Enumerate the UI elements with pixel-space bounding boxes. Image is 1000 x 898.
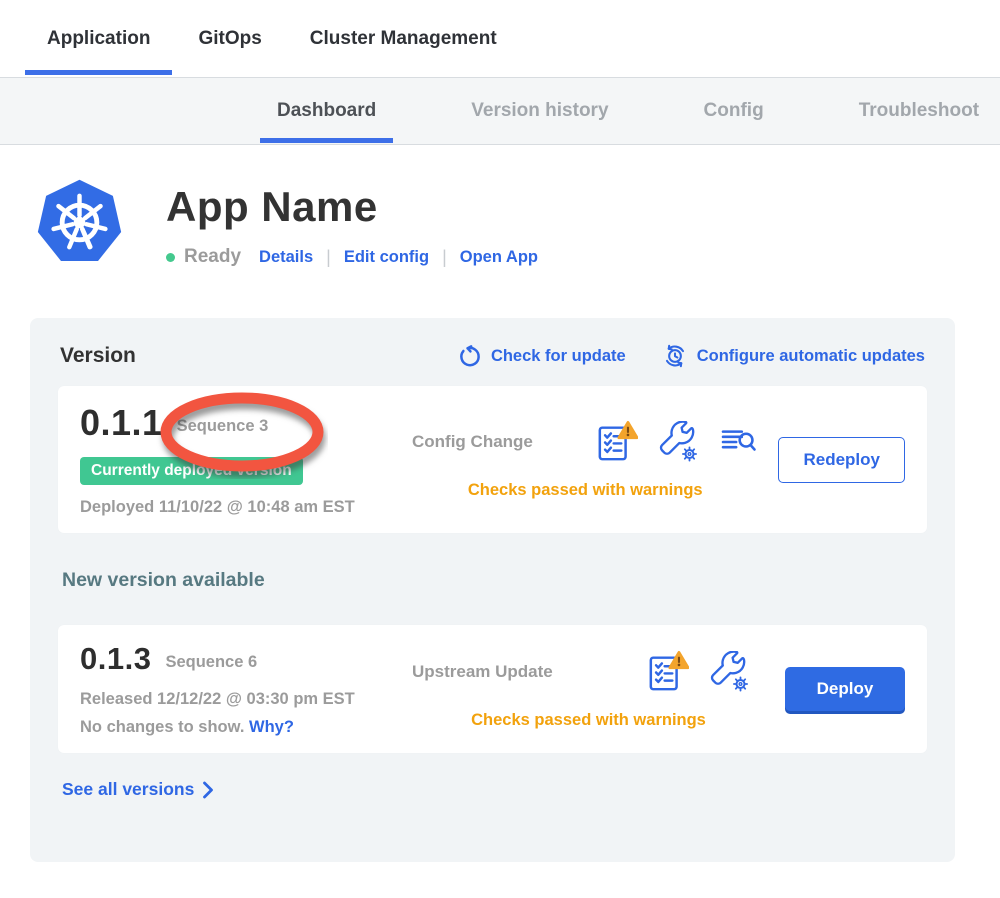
new-version-heading: New version available [62, 569, 927, 592]
new-version-middle: Upstream Update [412, 649, 785, 730]
no-changes-line: No changes to show. Why? [80, 718, 412, 737]
preflight-checks-icon[interactable] [596, 419, 638, 465]
app-title-block: App Name Ready Details | Edit config | O… [166, 178, 538, 268]
no-changes-text: No changes to show. [80, 718, 249, 736]
configure-automatic-updates-link[interactable]: Configure automatic updates [662, 343, 925, 369]
released-timestamp: Released 12/12/22 @ 03:30 pm EST [80, 690, 412, 709]
current-version-sequence: Sequence 3 [177, 417, 269, 436]
config-wrench-icon[interactable] [709, 651, 751, 693]
refresh-icon [457, 344, 482, 369]
primary-nav: Application GitOps Cluster Management [0, 0, 1000, 77]
check-for-update-label: Check for update [491, 347, 626, 366]
tab-dashboard-label: Dashboard [277, 100, 376, 122]
current-version-middle: Config Change [412, 419, 778, 500]
current-version-number: 0.1.1 [80, 402, 163, 444]
tab-version-history[interactable]: Version history [454, 78, 625, 144]
link-divider: | [326, 247, 331, 268]
version-panel-header: Version Check for update Configure [58, 343, 927, 369]
chevron-right-icon [202, 781, 214, 799]
deployed-version-badge: Currently deployed version [80, 457, 303, 485]
nav-gitops[interactable]: GitOps [176, 0, 283, 77]
current-version-checks-status: Checks passed with warnings [412, 481, 758, 500]
current-version-info: 0.1.1 Sequence 3 Currently deployed vers… [80, 402, 412, 517]
tab-dashboard[interactable]: Dashboard [260, 78, 393, 144]
version-panel: Version Check for update Configure [30, 318, 955, 862]
page-title: App Name [166, 183, 538, 231]
deploy-button[interactable]: Deploy [785, 667, 905, 711]
tab-config-label: Config [704, 100, 764, 122]
nav-cluster-management[interactable]: Cluster Management [288, 0, 519, 77]
current-version-action: Redeploy [778, 437, 905, 483]
new-version-source: Upstream Update [412, 662, 553, 682]
schedule-update-icon [662, 343, 688, 369]
tab-version-history-label: Version history [471, 100, 608, 122]
nav-cluster-management-label: Cluster Management [310, 28, 497, 50]
app-status-row: Ready Details | Edit config | Open App [166, 246, 538, 268]
kubernetes-logo-icon [35, 178, 124, 267]
new-version-info: 0.1.3 Sequence 6 Released 12/12/22 @ 03:… [80, 641, 412, 737]
new-version-number: 0.1.3 [80, 641, 151, 677]
see-all-versions-label: See all versions [62, 779, 194, 800]
new-version-action: Deploy [785, 667, 905, 711]
edit-config-link[interactable]: Edit config [344, 248, 429, 267]
nav-application-label: Application [47, 28, 150, 50]
configure-automatic-updates-label: Configure automatic updates [697, 347, 925, 366]
why-link[interactable]: Why? [249, 718, 294, 736]
redeploy-button[interactable]: Redeploy [778, 437, 905, 483]
current-version-card: 0.1.1 Sequence 3 Currently deployed vers… [58, 386, 927, 533]
version-panel-title: Version [60, 344, 136, 368]
new-version-sequence: Sequence 6 [165, 653, 257, 672]
check-for-update-link[interactable]: Check for update [457, 344, 626, 369]
new-version-icons [647, 649, 751, 695]
tab-troubleshoot-label: Troubleshoot [859, 100, 979, 122]
new-version-card: 0.1.3 Sequence 6 Released 12/12/22 @ 03:… [58, 625, 927, 753]
see-all-versions-link[interactable]: See all versions [62, 779, 927, 800]
preflight-checks-icon[interactable] [647, 649, 689, 695]
config-wrench-icon[interactable] [658, 421, 700, 463]
status-badge: Ready [184, 246, 241, 268]
nav-application[interactable]: Application [25, 0, 172, 77]
status-dot-icon [166, 253, 175, 262]
app-header: App Name Ready Details | Edit config | O… [35, 178, 1000, 268]
view-files-search-icon[interactable] [720, 426, 758, 458]
current-version-source: Config Change [412, 432, 533, 452]
nav-gitops-label: GitOps [198, 28, 261, 50]
link-divider: | [442, 247, 447, 268]
new-version-checks-status: Checks passed with warnings [412, 711, 765, 730]
app-tabs: Dashboard Version history Config Trouble… [0, 77, 1000, 145]
current-version-icons [596, 419, 758, 465]
version-panel-actions: Check for update Configure automatic upd… [457, 343, 925, 369]
deployed-timestamp: Deployed 11/10/22 @ 10:48 am EST [80, 498, 412, 517]
open-app-link[interactable]: Open App [460, 248, 538, 267]
tab-config[interactable]: Config [687, 78, 781, 144]
details-link[interactable]: Details [259, 248, 313, 267]
tab-troubleshoot[interactable]: Troubleshoot [842, 78, 996, 144]
